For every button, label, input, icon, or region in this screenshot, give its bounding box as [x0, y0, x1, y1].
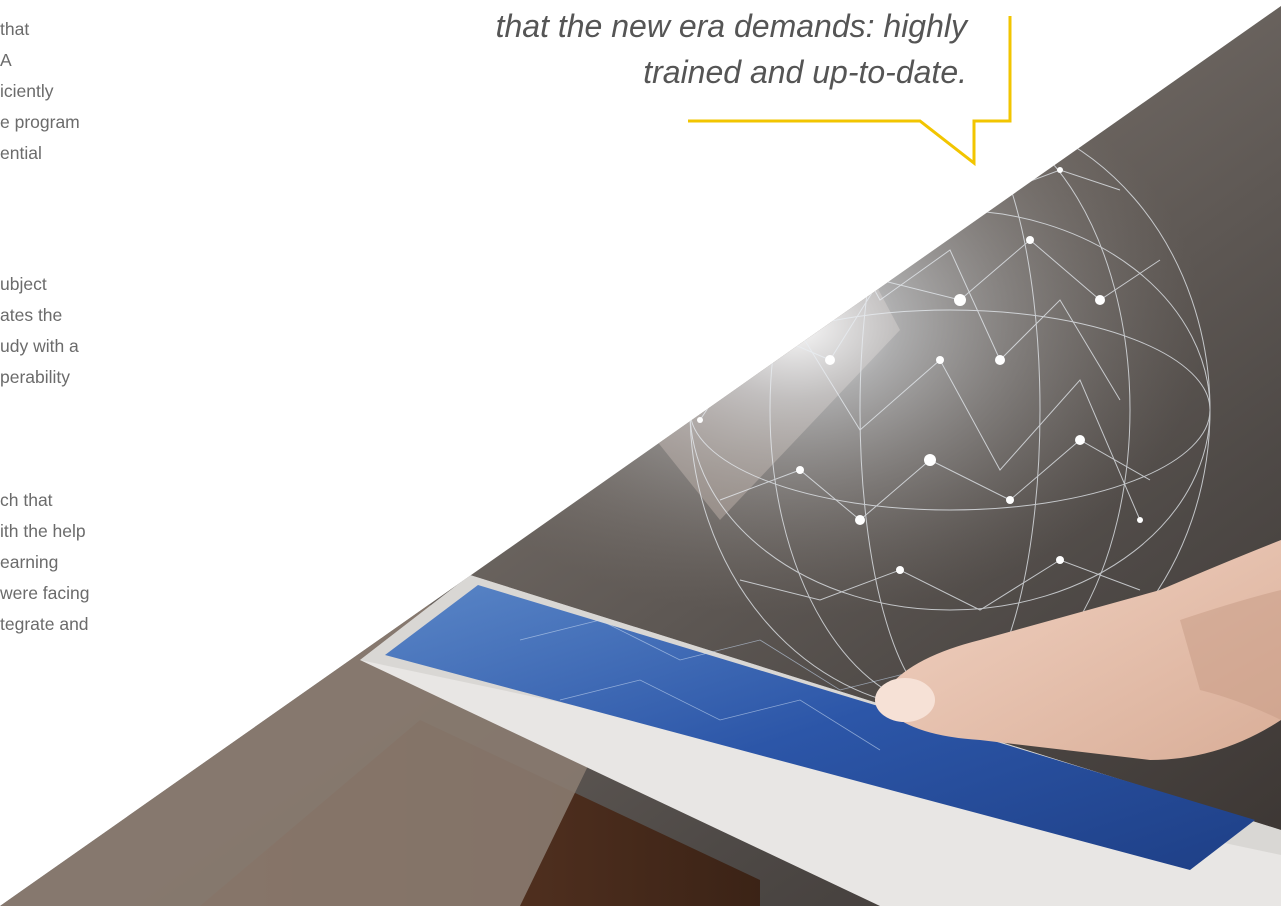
paragraph-line: that	[0, 19, 30, 39]
paragraph-line: perability	[0, 367, 71, 387]
paragraph-line: tegrate and	[0, 614, 89, 634]
quote-line-2: trained and up-to-date.	[643, 54, 967, 90]
paragraph-3: ch that ith the help earning were facing…	[0, 485, 160, 640]
paragraph-line: A	[0, 50, 12, 70]
paragraph-line: e program	[0, 112, 80, 132]
paragraph-line: were facing	[0, 583, 90, 603]
paragraph-line: ubject	[0, 274, 47, 294]
hand-tablet-network-illustration	[0, 6, 1281, 906]
paragraph-line: iciently	[0, 81, 54, 101]
paragraph-1: that A iciently e program ential	[0, 14, 160, 169]
paragraph-line: ates the	[0, 305, 63, 325]
paragraph-line: earning	[0, 552, 59, 572]
quote-line-1: that the new era demands: highly	[495, 8, 967, 44]
paragraph-2: ubject ates the udy with a perability	[0, 269, 160, 393]
page: that A iciently e program ential ubject …	[0, 0, 1281, 906]
paragraph-line: ential	[0, 143, 42, 163]
hero-photo	[0, 6, 1281, 906]
paragraph-line: ch that	[0, 490, 53, 510]
paragraph-line: udy with a	[0, 336, 79, 356]
paragraph-line: ith the help	[0, 521, 86, 541]
